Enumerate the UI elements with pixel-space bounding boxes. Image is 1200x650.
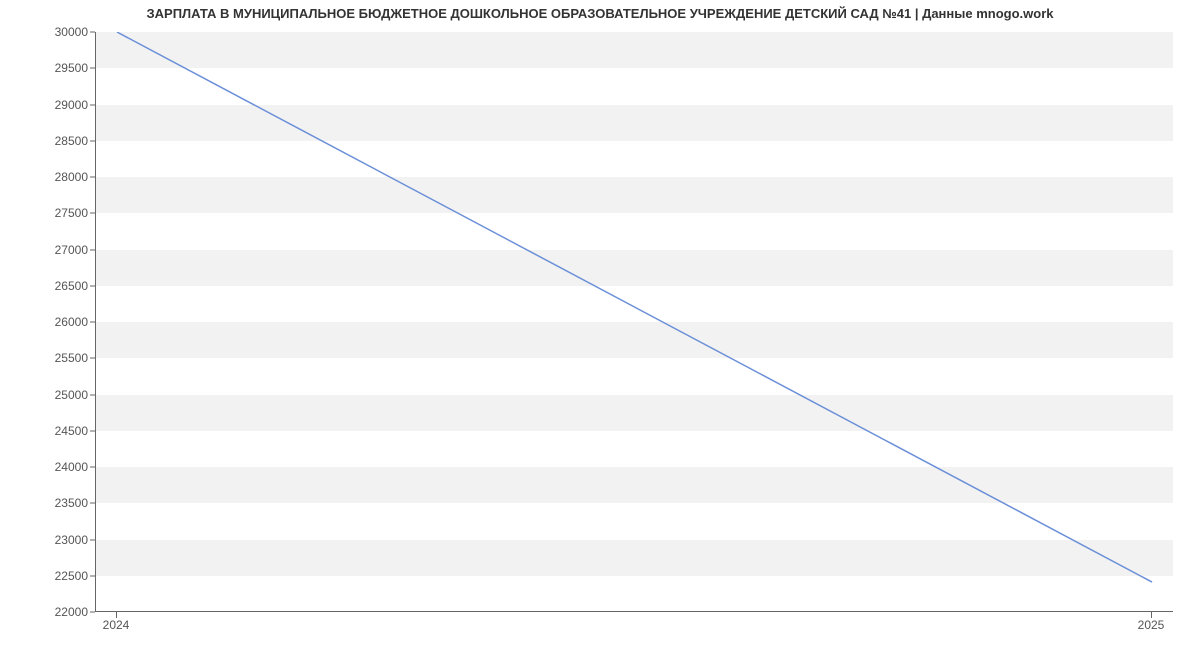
y-tick-label: 22500 <box>8 569 88 583</box>
x-tick-mark <box>116 612 117 618</box>
x-tick-label: 2024 <box>103 618 130 632</box>
series-line <box>117 32 1152 582</box>
y-tick-label: 23000 <box>8 533 88 547</box>
y-tick-label: 24000 <box>8 460 88 474</box>
y-tick-label: 28500 <box>8 134 88 148</box>
y-tick-label: 26000 <box>8 315 88 329</box>
y-tick-label: 23500 <box>8 496 88 510</box>
y-tick-label: 25000 <box>8 388 88 402</box>
y-tick-label: 24500 <box>8 424 88 438</box>
line-layer <box>96 32 1173 611</box>
y-tick-label: 27500 <box>8 206 88 220</box>
y-tick-label: 27000 <box>8 243 88 257</box>
y-tick-label: 29000 <box>8 98 88 112</box>
y-tick-label: 28000 <box>8 170 88 184</box>
y-tick-label: 29500 <box>8 61 88 75</box>
x-tick-mark <box>1151 612 1152 618</box>
y-tick-label: 25500 <box>8 351 88 365</box>
y-tick-label: 22000 <box>8 605 88 619</box>
plot-area <box>95 32 1173 612</box>
x-tick-label: 2025 <box>1138 618 1165 632</box>
chart-title: ЗАРПЛАТА В МУНИЦИПАЛЬНОЕ БЮДЖЕТНОЕ ДОШКО… <box>0 6 1200 21</box>
y-tick-label: 26500 <box>8 279 88 293</box>
chart-container: ЗАРПЛАТА В МУНИЦИПАЛЬНОЕ БЮДЖЕТНОЕ ДОШКО… <box>0 0 1200 650</box>
y-tick-label: 30000 <box>8 25 88 39</box>
